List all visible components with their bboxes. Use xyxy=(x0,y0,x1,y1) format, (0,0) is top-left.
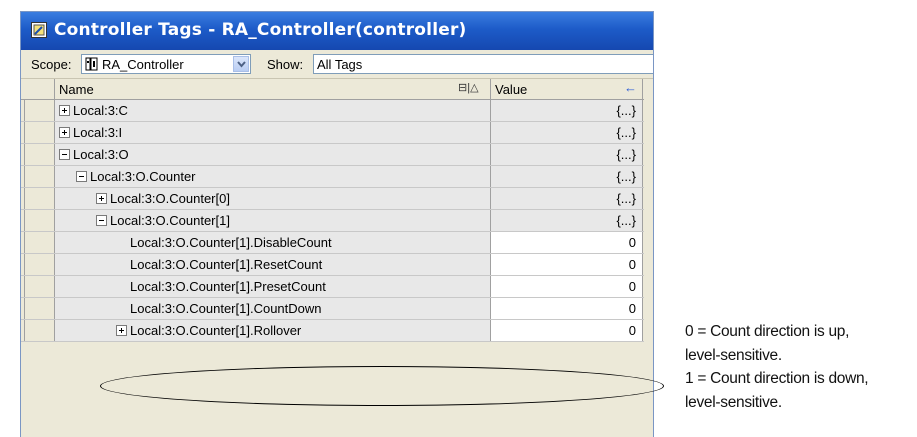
tag-value: {...} xyxy=(616,191,636,206)
tag-value: {...} xyxy=(616,147,636,162)
header-stub xyxy=(24,79,55,99)
tag-name-cell[interactable]: Local:3:O.Counter[1].ResetCount xyxy=(55,254,491,275)
annotation-line-1: 0 = Count direction is up, xyxy=(685,323,850,340)
tag-value-cell[interactable]: {...} xyxy=(491,166,643,187)
table-row[interactable]: Local:3:O.Counter[1].DisableCount 0 xyxy=(21,232,653,254)
tag-value: {...} xyxy=(616,125,636,140)
tag-name: Local:3:O.Counter[1].Rollover xyxy=(130,323,302,338)
collapse-icon[interactable] xyxy=(59,149,70,160)
tag-name-cell[interactable]: Local:3:O.Counter[1] xyxy=(55,210,491,231)
title-bar[interactable]: Controller Tags - RA_Controller(controll… xyxy=(21,12,653,50)
tag-name-cell[interactable]: Local:3:O xyxy=(55,144,491,165)
annotation-line-4: level-sensitive. xyxy=(685,393,782,411)
expand-icon[interactable] xyxy=(116,325,127,336)
tag-name: Local:3:O.Counter[1].PresetCount xyxy=(130,279,326,294)
collapse-icon[interactable] xyxy=(96,215,107,226)
table-row[interactable]: Local:3:O.Counter {...} xyxy=(21,166,653,188)
tag-name: Local:3:O.Counter xyxy=(90,169,196,184)
tag-name-cell[interactable]: Local:3:O.Counter[1].CountDown xyxy=(55,298,491,319)
tag-value-cell[interactable]: {...} xyxy=(491,144,643,165)
tag-value-cell[interactable]: 0 xyxy=(491,298,643,319)
controller-icon xyxy=(85,57,98,71)
table-row[interactable]: Local:3:O.Counter[1].PresetCount 0 xyxy=(21,276,653,298)
expand-icon[interactable] xyxy=(96,193,107,204)
tag-name: Local:3:I xyxy=(73,125,123,140)
tag-value-cell[interactable]: 0 xyxy=(491,320,643,341)
tag-name-cell[interactable]: Local:3:O.Counter[1].DisableCount xyxy=(55,232,491,253)
tag-value: {...} xyxy=(616,213,636,228)
tags-window-icon xyxy=(31,22,47,38)
tag-name-cell[interactable]: Local:3:O.Counter xyxy=(55,166,491,187)
name-column-header[interactable] xyxy=(55,79,491,99)
name-header-label: Name xyxy=(59,82,94,97)
tag-name-cell[interactable]: Local:3:O.Counter[1].PresetCount xyxy=(55,276,491,297)
row-selector[interactable] xyxy=(24,232,55,253)
row-selector[interactable] xyxy=(24,188,55,209)
expand-icon[interactable] xyxy=(59,105,70,116)
row-selector[interactable] xyxy=(24,320,55,341)
countdown-annotation: 0 = Count direction is up, level-sensiti… xyxy=(685,320,869,414)
tag-value-cell[interactable]: 0 xyxy=(491,254,643,275)
annotation-line-3: 1 = Count direction is down, xyxy=(685,370,869,387)
row-selector[interactable] xyxy=(24,100,55,121)
tag-name: Local:3:O.Counter[1].CountDown xyxy=(130,301,322,316)
scope-toolbar: Scope: RA_Controller Show: All Tags xyxy=(21,50,653,79)
annotation-line-2: level-sensitive. xyxy=(685,346,782,364)
table-row[interactable]: Local:3:O.Counter[1].CountDown 0 xyxy=(21,298,653,320)
tag-value: 0 xyxy=(628,235,636,250)
tag-value: 0 xyxy=(628,301,636,316)
expand-icon[interactable] xyxy=(59,127,70,138)
tag-name-cell[interactable]: Local:3:I xyxy=(55,122,491,143)
row-selector[interactable] xyxy=(24,166,55,187)
tag-name: Local:3:O.Counter[1].DisableCount xyxy=(130,235,332,250)
tag-value: 0 xyxy=(628,257,636,272)
tag-value: 0 xyxy=(628,323,636,338)
table-row[interactable]: Local:3:O.Counter[1] {...} xyxy=(21,210,653,232)
tag-value-cell[interactable]: {...} xyxy=(491,122,643,143)
tag-name: Local:3:O xyxy=(73,147,129,162)
tag-name: Local:3:O.Counter[1] xyxy=(110,213,230,228)
table-row[interactable]: Local:3:O {...} xyxy=(21,144,653,166)
tag-name: Local:3:O.Counter[0] xyxy=(110,191,230,206)
row-selector[interactable] xyxy=(24,254,55,275)
table-header: Name ⊟|△ Value ← xyxy=(21,79,653,100)
controller-tags-window: Controller Tags - RA_Controller(controll… xyxy=(20,11,654,437)
tag-value-cell[interactable]: 0 xyxy=(491,232,643,253)
row-selector[interactable] xyxy=(24,298,55,319)
scope-value: RA_Controller xyxy=(102,57,184,72)
row-selector[interactable] xyxy=(24,144,55,165)
scope-dropdown[interactable]: RA_Controller xyxy=(81,54,251,74)
tag-name: Local:3:C xyxy=(73,103,128,118)
tag-value: 0 xyxy=(628,279,636,294)
table-row[interactable]: Local:3:C {...} xyxy=(21,100,653,122)
collapse-icon[interactable] xyxy=(76,171,87,182)
chevron-down-icon[interactable] xyxy=(233,56,249,72)
tag-value-cell[interactable]: {...} xyxy=(491,188,643,209)
table-row[interactable]: Local:3:O.Counter[0] {...} xyxy=(21,188,653,210)
table-row[interactable]: Local:3:O.Counter[1].Rollover 0 xyxy=(21,320,653,342)
tag-value-cell[interactable]: {...} xyxy=(491,210,643,231)
table-row[interactable]: Local:3:O.Counter[1].ResetCount 0 xyxy=(21,254,653,276)
tag-name: Local:3:O.Counter[1].ResetCount xyxy=(130,257,323,272)
value-header-label: Value xyxy=(495,82,528,97)
tag-name-cell[interactable]: Local:3:O.Counter[0] xyxy=(55,188,491,209)
show-label: Show: xyxy=(267,57,304,72)
show-filter-field[interactable]: All Tags xyxy=(313,54,653,74)
scope-label: Scope: xyxy=(31,57,72,72)
sort-indicator-icon[interactable]: ⊟|△ xyxy=(458,81,479,94)
tag-value-cell[interactable]: 0 xyxy=(491,276,643,297)
row-selector[interactable] xyxy=(24,122,55,143)
tag-value: {...} xyxy=(616,169,636,184)
tag-name-cell[interactable]: Local:3:C xyxy=(55,100,491,121)
tag-name-cell[interactable]: Local:3:O.Counter[1].Rollover xyxy=(55,320,491,341)
show-filter-value: All Tags xyxy=(317,57,363,72)
table-row[interactable]: Local:3:I {...} xyxy=(21,122,653,144)
scrollbar[interactable] xyxy=(644,99,653,437)
tag-value-cell[interactable]: {...} xyxy=(491,100,643,121)
row-selector[interactable] xyxy=(24,276,55,297)
row-selector[interactable] xyxy=(24,210,55,231)
tag-value: {...} xyxy=(616,103,636,118)
arrow-left-icon[interactable]: ← xyxy=(624,80,637,95)
window-title: Controller Tags - RA_Controller(controll… xyxy=(54,20,467,40)
